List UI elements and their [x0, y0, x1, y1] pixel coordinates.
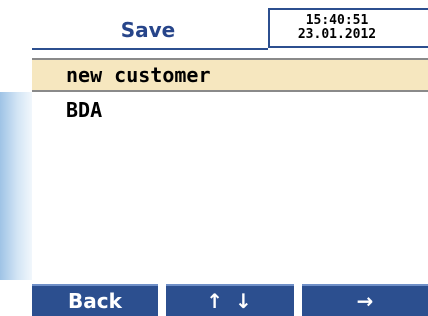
- arrow-right-icon: →: [356, 289, 374, 313]
- arrow-down-icon: ↓: [235, 289, 254, 313]
- back-button-label: Back: [68, 289, 122, 313]
- header-divider: [32, 48, 268, 50]
- list-item-label: new customer: [66, 63, 211, 87]
- list-item-bda[interactable]: BDA: [32, 94, 428, 126]
- up-down-button[interactable]: ↑ ↓: [166, 284, 294, 316]
- list-item-label: BDA: [66, 98, 103, 122]
- clock-time: 15:40:51: [305, 13, 369, 28]
- softkey-bar: Back ↑ ↓ →: [0, 282, 428, 316]
- list-item-new-customer[interactable]: new customer: [32, 58, 428, 92]
- left-strip-gradient: [0, 92, 32, 280]
- clock-box: 15:40:51 23.01.2012: [268, 8, 428, 48]
- device-screen: Save 15:40:51 23.01.2012 new customer BD…: [0, 0, 428, 316]
- page-title: Save: [120, 18, 176, 42]
- back-button[interactable]: Back: [32, 284, 158, 316]
- left-side-strip: [0, 0, 32, 280]
- clock-date: 23.01.2012: [297, 27, 377, 42]
- arrow-up-icon: ↑: [206, 289, 225, 313]
- customer-list: new customer BDA: [32, 58, 428, 280]
- next-button[interactable]: →: [302, 284, 428, 316]
